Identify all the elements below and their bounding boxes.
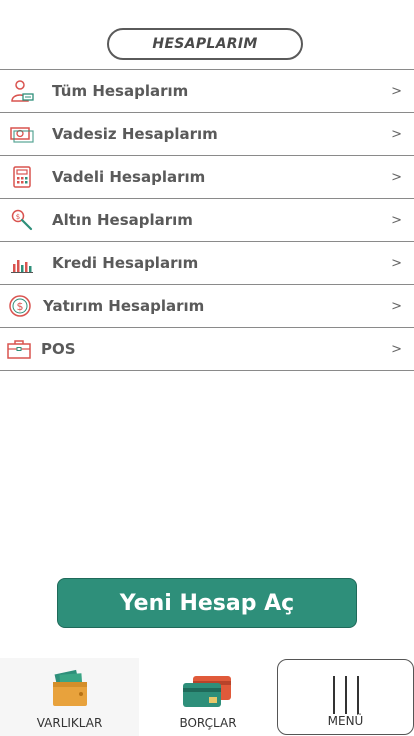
- briefcase-icon: [7, 337, 31, 361]
- wallet-icon: [50, 668, 90, 712]
- menu-item-gold-accounts[interactable]: $ Altın Hesaplarım >: [0, 199, 414, 242]
- menu-item-time-deposit-accounts[interactable]: Vadeli Hesaplarım >: [0, 156, 414, 199]
- menu-item-label: Vadeli Hesaplarım: [52, 168, 206, 186]
- menu-item-investment-accounts[interactable]: $ Yatırım Hesaplarım >: [0, 285, 414, 328]
- menu-item-label: Altın Hesaplarım: [52, 211, 193, 229]
- menu-item-demand-accounts[interactable]: Vadesiz Hesaplarım >: [0, 113, 414, 156]
- menu-item-pos[interactable]: POS >: [0, 328, 414, 371]
- tab-debts[interactable]: BORÇLAR: [139, 658, 277, 736]
- menu-item-label: Kredi Hesaplarım: [52, 254, 199, 272]
- menu-item-label: POS: [41, 340, 76, 358]
- menu-item-label: Yatırım Hesaplarım: [43, 297, 205, 315]
- chevron-right-icon: >: [391, 126, 402, 142]
- svg-text:$: $: [16, 213, 20, 221]
- tab-menu[interactable]: MENÜ: [277, 659, 414, 735]
- calculator-icon: [10, 165, 34, 189]
- chevron-right-icon: >: [391, 83, 402, 99]
- chevron-right-icon: >: [391, 169, 402, 185]
- open-new-account-button[interactable]: Yeni Hesap Aç: [57, 578, 357, 628]
- user-account-icon: [10, 79, 34, 103]
- chevron-right-icon: >: [391, 341, 402, 357]
- bottom-tab-bar: VARLIKLAR BORÇLAR MENÜ: [0, 658, 414, 736]
- chevron-right-icon: >: [391, 298, 402, 314]
- gold-search-icon: $: [10, 208, 34, 232]
- menu-item-loan-accounts[interactable]: Kredi Hesaplarım >: [0, 242, 414, 285]
- page-title: HESAPLARIM: [107, 28, 303, 60]
- tab-label: BORÇLAR: [179, 716, 237, 730]
- tab-label: MENÜ: [327, 714, 364, 728]
- dollar-coin-icon: $: [8, 294, 32, 318]
- svg-text:$: $: [17, 300, 24, 313]
- menu-item-all-accounts[interactable]: Tüm Hesaplarım >: [0, 69, 414, 113]
- bar-chart-icon: [10, 251, 34, 275]
- cash-icon: [10, 122, 34, 146]
- chevron-right-icon: >: [391, 255, 402, 271]
- menu-item-label: Vadesiz Hesaplarım: [52, 125, 218, 143]
- menu-item-label: Tüm Hesaplarım: [52, 82, 189, 100]
- credit-card-icon: [181, 674, 233, 714]
- accounts-menu-list: Tüm Hesaplarım > Vadesiz Hesaplarım > Va…: [0, 69, 414, 371]
- tab-label: VARLIKLAR: [36, 716, 103, 730]
- tab-assets[interactable]: VARLIKLAR: [0, 658, 139, 736]
- chevron-right-icon: >: [391, 212, 402, 228]
